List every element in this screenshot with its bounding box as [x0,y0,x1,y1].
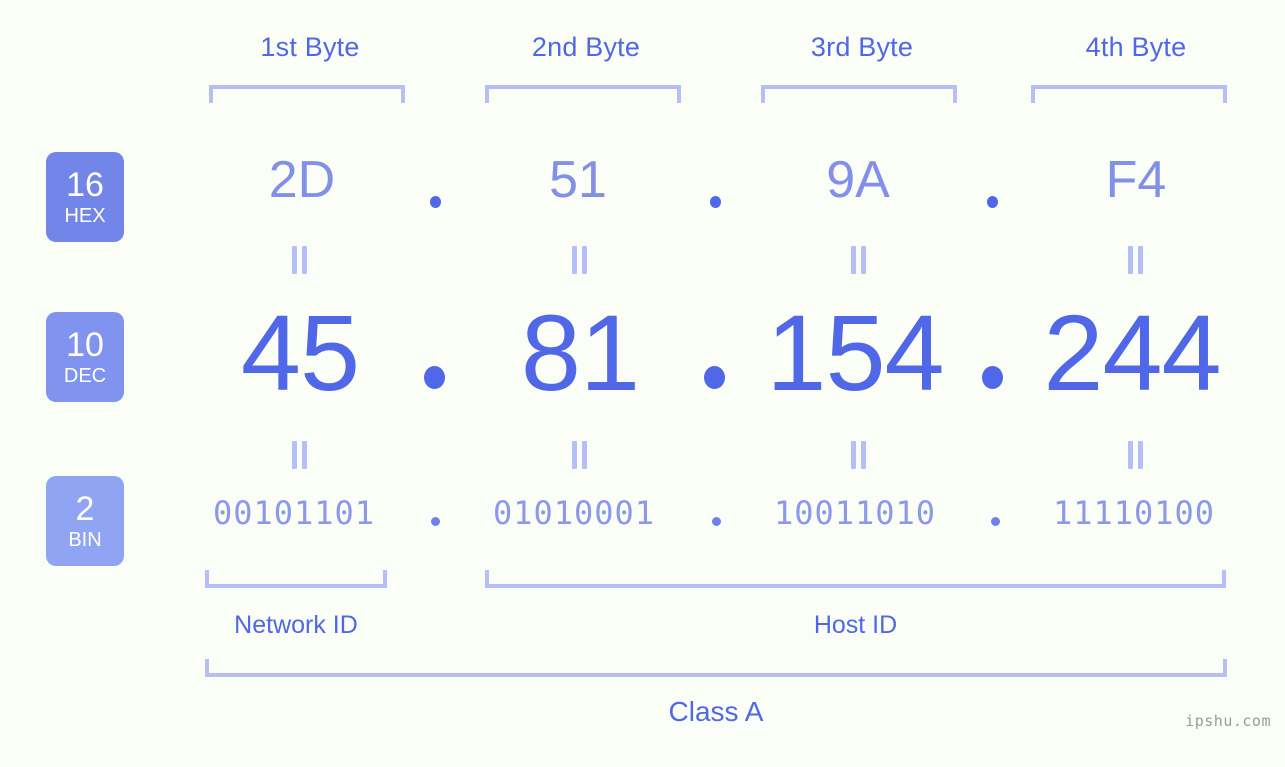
hex-octet-1: 2D [268,151,336,209]
bin-octet-3: 10011010 [773,494,937,532]
byte-header-4: 4th Byte [1085,32,1187,62]
network-id-bracket [205,570,387,588]
radix-badge-dec-number: 10 [66,326,104,364]
equals-icon-dec-bin-1 [292,441,308,469]
byte-bracket-4 [1031,85,1227,103]
byte-bracket-3 [761,85,957,103]
hex-dot-3 [987,196,998,208]
equals-icon-hex-dec-1 [292,246,308,274]
hex-octet-3: 9A [826,151,890,209]
bin-dot-2 [712,517,721,526]
hex-dot-2 [710,196,721,208]
dec-dot-1 [424,366,445,389]
radix-badge-hex-name: HEX [64,205,106,227]
radix-badge-dec: 10 DEC [46,312,124,402]
hex-octet-2: 51 [549,151,607,209]
equals-icon-dec-bin-4 [1128,441,1144,469]
dec-octet-3: 154 [766,292,944,413]
equals-icon-dec-bin-3 [851,441,867,469]
radix-badge-dec-name: DEC [63,365,107,387]
host-id-bracket [485,570,1226,588]
network-id-label: Network ID [234,611,358,639]
bin-octet-4: 11110100 [1052,494,1216,532]
byte-header-3: 3rd Byte [810,32,914,62]
class-bracket [205,659,1227,677]
bin-dot-3 [991,517,1000,526]
bin-dot-1 [431,517,440,526]
class-label: Class A [668,696,764,727]
radix-badge-bin-name: BIN [68,529,102,551]
radix-badge-bin: 2 BIN [46,476,124,566]
equals-icon-hex-dec-3 [851,246,867,274]
bin-octet-2: 01010001 [492,494,656,532]
host-id-label: Host ID [813,611,898,639]
dec-octet-4: 244 [1043,292,1221,413]
radix-badge-hex: 16 HEX [46,152,124,242]
dec-octet-2: 81 [520,292,640,413]
hex-octet-4: F4 [1105,151,1167,209]
watermark: ipshu.com [1185,712,1271,730]
equals-icon-hex-dec-2 [572,246,588,274]
ip-breakdown-diagram: 1st Byte 2nd Byte 3rd Byte 4th Byte 16 H… [0,0,1285,767]
byte-header-2: 2nd Byte [531,32,641,62]
hex-dot-1 [430,196,441,208]
byte-header-1: 1st Byte [260,32,360,62]
dec-dot-2 [704,366,725,389]
radix-badge-bin-number: 2 [75,490,95,528]
dec-octet-1: 45 [240,292,360,413]
radix-badge-hex-number: 16 [66,166,104,204]
bin-octet-1: 00101101 [212,494,376,532]
byte-bracket-1 [209,85,405,103]
dec-dot-3 [982,366,1003,389]
byte-bracket-2 [485,85,681,103]
equals-icon-hex-dec-4 [1128,246,1144,274]
equals-icon-dec-bin-2 [572,441,588,469]
